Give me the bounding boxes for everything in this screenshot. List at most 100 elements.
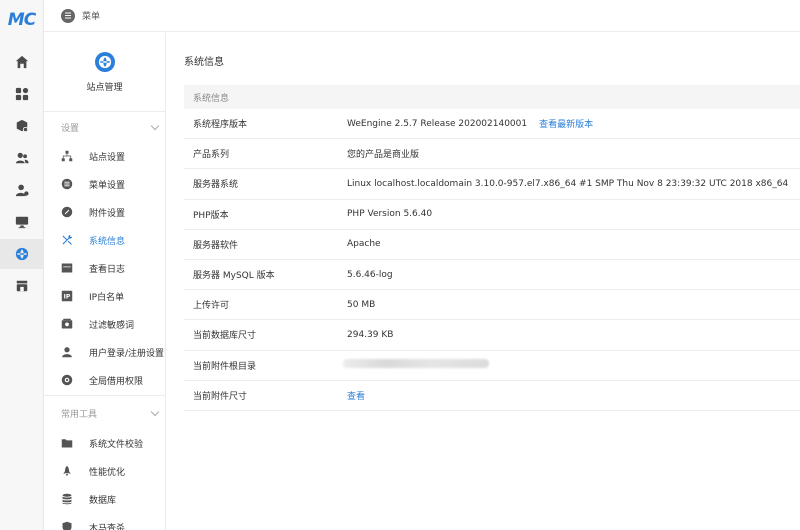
monitor-icon [15,216,29,229]
left-rail: MC [0,0,44,530]
row-key: 当前附件根目录 [193,361,257,372]
log-icon [61,263,73,273]
users-icon [15,152,29,164]
sidebar-item-label: 用户登录/注册设置 [89,348,165,359]
table-row: 服务器 MySQL 版本 5.6.46-log [184,260,800,291]
sidebar-item-label: 查看日志 [89,264,126,275]
check-latest-version-link[interactable]: 查看最新版本 [539,117,593,130]
table-header: 系统信息 [184,85,800,109]
rocket-icon [63,465,71,477]
store-icon [16,280,28,292]
menu-list-icon [61,178,73,190]
view-attachment-size-link[interactable]: 查看 [347,389,365,402]
rail-apps-button[interactable] [0,79,44,109]
row-value: 5.6.46-log [347,269,393,280]
sidebar-item-site-settings[interactable]: 站点设置 [44,143,166,169]
sidebar-item-label: 性能优化 [89,467,126,478]
package-icon [16,119,29,133]
database-icon [62,493,72,505]
app-logo[interactable]: MC [0,0,43,40]
sidebar-item-label: 过滤敏感词 [89,320,135,331]
attachment-icon [61,206,73,218]
sidebar-item-label: 系统文件校验 [89,439,144,450]
globe-icon [15,247,29,261]
site-management-label: 站点管理 [86,82,123,93]
chevron-down-icon [150,121,160,130]
row-value: 您的产品是商业版 [347,150,420,161]
shield-icon [62,521,72,530]
table-row: 服务器软件 Apache [184,230,800,260]
table-row: PHP版本 PHP Version 5.6.40 [184,200,800,230]
row-value: PHP Version 5.6.40 [347,209,433,220]
table-row: 系统程序版本 WeEngine 2.5.7 Release 2020021400… [184,109,800,140]
row-value: Apache [347,239,381,250]
row-key: 当前数据库尺寸 [193,331,257,342]
table-row: 上传许可 50 MB [184,290,800,321]
sidebar-divider [44,395,166,396]
rail-store-button[interactable] [0,271,44,301]
sidebar-item-label: 数据库 [89,495,117,506]
sidebar-item-attachment-settings[interactable]: 附件设置 [44,199,166,225]
user-icon [62,347,72,358]
table-row: 产品系列 您的产品是商业版 [184,139,800,170]
sidebar-item-trojan-scan[interactable]: 木马查杀 [44,514,166,530]
sidebar-item-label: 全局借用权限 [89,376,144,387]
folder-icon [61,439,73,448]
sidebar-item-database[interactable]: 数据库 [44,486,166,512]
sidebar-item-file-check[interactable]: 系统文件校验 [44,430,166,456]
apps-icon [15,87,29,101]
site-globe-icon [94,51,115,72]
sidebar-item-menu-settings[interactable]: 菜单设置 [44,171,166,197]
sidebar-item-sensitive-words[interactable]: 过滤敏感词 [44,311,166,337]
top-bar: 菜单 [44,0,800,32]
group-settings-label: 设置 [61,123,80,134]
group-settings-header[interactable]: 设置 [44,117,166,137]
rail-users-button[interactable] [0,143,44,173]
system-info-table: 系统信息 系统程序版本 WeEngine 2.5.7 Release 20200… [184,85,800,411]
table-row: 当前附件尺寸 查看 [184,381,800,411]
row-key: 服务器软件 [193,240,239,251]
table-row: 服务器系统 Linux localhost.localdomain 3.10.0… [184,169,800,200]
row-value-redacted [343,359,489,371]
sidebar-item-label: 菜单设置 [89,180,126,191]
table-row: 当前附件根目录 [184,351,800,381]
row-key: PHP版本 [193,210,229,221]
sidebar-item-system-info[interactable]: 系统信息 [44,227,166,253]
sidebar-item-ip-whitelist[interactable]: IP IP白名单 [44,283,166,309]
user-settings-icon [15,184,29,197]
group-tools-header[interactable]: 常用工具 [44,403,166,423]
sidebar-item-label: IP白名单 [89,292,125,303]
sidebar-item-login-register-settings[interactable]: 用户登录/注册设置 [44,339,166,365]
row-value: 294.39 KB [347,329,394,340]
table-row: 当前数据库尺寸 294.39 KB [184,320,800,351]
sidebar-item-global-permissions[interactable]: 全局借用权限 [44,367,166,393]
rail-monitor-button[interactable] [0,207,44,237]
svg-text:IP: IP [64,294,71,301]
sidebar-item-label: 附件设置 [89,208,126,219]
logo-text: MC [7,10,36,30]
sidebar-item-label: 站点设置 [89,152,126,163]
sidebar-item-label: 系统信息 [89,236,126,247]
main-content: 系统信息 系统信息 系统程序版本 WeEngine 2.5.7 Release … [166,33,800,530]
row-value: WeEngine 2.5.7 Release 202002140001 [347,118,528,129]
home-icon [15,55,29,69]
row-key: 系统程序版本 [193,120,248,131]
row-key: 产品系列 [193,150,230,161]
sidebar: 站点管理 设置 站点设置 菜单设置 附件设置 系统信息 查看日志 IP IP白名… [44,33,166,530]
sidebar-item-label: 木马查杀 [89,523,126,530]
rail-home-button[interactable] [0,47,44,77]
sidebar-item-performance[interactable]: 性能优化 [44,458,166,484]
group-tools-label: 常用工具 [61,409,98,420]
permission-icon [61,374,73,386]
rail-globe-button[interactable] [0,239,44,269]
sitemap-icon [61,150,73,162]
row-value: 50 MB [347,299,376,310]
row-key: 服务器 MySQL 版本 [193,271,275,282]
ip-icon: IP [61,290,73,302]
page-title: 系统信息 [184,57,224,68]
menu-icon[interactable] [61,8,75,23]
sidebar-item-view-logs[interactable]: 查看日志 [44,255,166,281]
rail-package-button[interactable] [0,111,44,141]
site-management[interactable]: 站点管理 [44,33,165,112]
rail-user-settings-button[interactable] [0,175,44,205]
